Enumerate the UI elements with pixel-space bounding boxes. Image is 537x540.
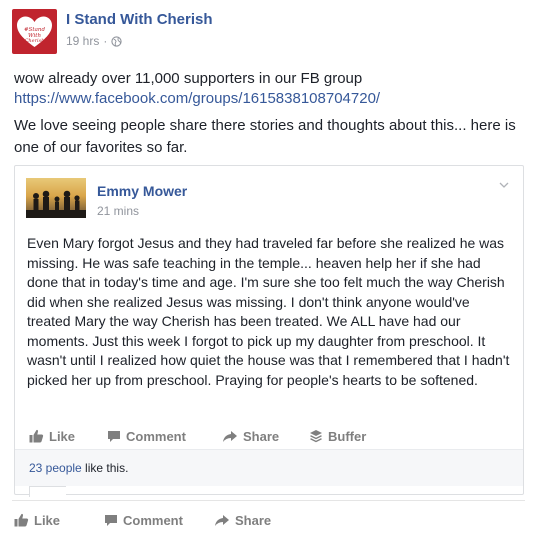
page-name-link[interactable]: I Stand With Cherish bbox=[66, 11, 213, 28]
author-timestamp[interactable]: 21 mins bbox=[97, 204, 139, 218]
comment-label: Comment bbox=[126, 428, 186, 444]
comment-button[interactable]: Comment bbox=[107, 429, 222, 444]
post-actions-divider bbox=[12, 500, 525, 501]
post-like-label: Like bbox=[34, 512, 61, 528]
globe-icon bbox=[111, 35, 122, 47]
share-icon bbox=[223, 430, 237, 442]
buffer-icon bbox=[310, 430, 322, 443]
post-like-button[interactable]: Like bbox=[14, 513, 104, 528]
post-text-line2: We love seeing people share there storie… bbox=[14, 117, 516, 156]
post-share-label: Share bbox=[235, 512, 272, 528]
post-text-line1: wow already over 11,000 supporters in ou… bbox=[14, 69, 524, 109]
like-icon bbox=[29, 429, 44, 443]
svg-text:Cherish: Cherish bbox=[25, 38, 45, 44]
likes-summary: 23 people like this. bbox=[15, 450, 523, 486]
post-actions: Like Comment Share bbox=[14, 510, 271, 530]
comment-icon bbox=[105, 514, 117, 526]
chevron-down-icon[interactable] bbox=[499, 180, 509, 190]
post-timestamp[interactable]: 19 hrs bbox=[66, 34, 99, 48]
post-share-button[interactable]: Share bbox=[214, 513, 271, 528]
post-comment-label: Comment bbox=[123, 512, 183, 528]
post-comment-button[interactable]: Comment bbox=[104, 513, 214, 528]
shared-post-body: Even Mary forgot Jesus and they had trav… bbox=[27, 235, 510, 388]
author-avatar[interactable] bbox=[26, 178, 86, 218]
share-label: Share bbox=[243, 428, 280, 444]
meta-separator: · bbox=[103, 34, 108, 48]
facebook-post: #Stand With Cherish I Stand With Cherish… bbox=[0, 0, 537, 540]
likes-count-link[interactable]: 23 people bbox=[29, 461, 82, 475]
likes-suffix: like this. bbox=[81, 461, 129, 475]
like-label: Like bbox=[49, 428, 76, 444]
post-meta: 19 hrs · bbox=[66, 34, 122, 48]
post-header: #Stand With Cherish I Stand With Cherish… bbox=[12, 9, 412, 54]
author-name-link[interactable]: Emmy Mower bbox=[97, 183, 187, 199]
buffer-label: Buffer bbox=[328, 428, 367, 444]
share-button[interactable]: Share bbox=[222, 429, 309, 444]
family-silhouette-image bbox=[26, 190, 86, 218]
group-link[interactable]: https://www.facebook.com/groups/16158381… bbox=[14, 90, 380, 107]
comment-avatar-stub bbox=[29, 486, 66, 497]
like-button[interactable]: Like bbox=[29, 429, 107, 444]
like-icon bbox=[14, 513, 29, 527]
page-avatar[interactable]: #Stand With Cherish bbox=[12, 9, 57, 54]
share-icon bbox=[215, 514, 229, 526]
buffer-button[interactable]: Buffer bbox=[309, 429, 366, 444]
heart-logo-icon: #Stand With Cherish bbox=[17, 16, 52, 47]
shared-post-actions: Like Comment Share Buffer bbox=[29, 426, 366, 446]
post-message: wow already over 11,000 supporters in ou… bbox=[14, 70, 363, 87]
comment-icon bbox=[108, 430, 120, 442]
shared-post-card: Emmy Mower 21 mins Even Mary forgot Jesu… bbox=[14, 165, 524, 497]
